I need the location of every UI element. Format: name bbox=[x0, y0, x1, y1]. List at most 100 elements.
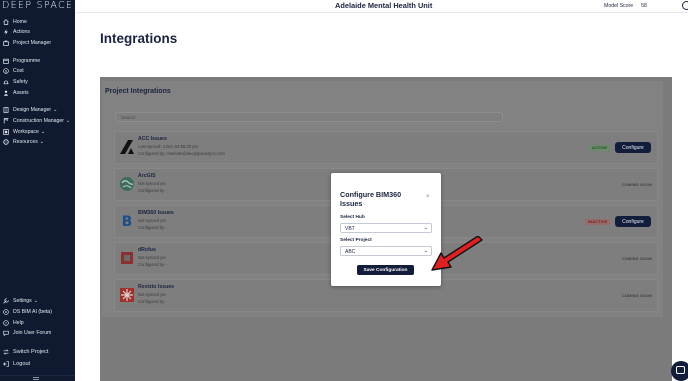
chevron-down-icon: ⌄ bbox=[33, 298, 38, 304]
svg-text:?: ? bbox=[5, 321, 7, 325]
safety-icon bbox=[2, 79, 9, 86]
integration-name: Revizto Issues bbox=[138, 284, 175, 290]
sidebar-item-design-manager[interactable]: Design Manager ⌄ bbox=[2, 105, 57, 115]
help-icon: ? bbox=[2, 320, 9, 327]
sidebar-item-settings[interactable]: Settings ⌄ bbox=[2, 296, 38, 306]
dollar-icon: $ bbox=[2, 68, 9, 75]
sidebar-item-label: Programme bbox=[13, 58, 41, 64]
topbar: Adelaide Mental Health Unit Model Score 5… bbox=[75, 0, 688, 13]
sidebar-item-safety[interactable]: Safety bbox=[2, 77, 28, 87]
chat-icon bbox=[2, 330, 9, 337]
project-label: Select Project bbox=[340, 238, 372, 243]
sidebar-item-label: Switch Project bbox=[13, 349, 49, 355]
sidebar-item-label: Design Manager bbox=[13, 107, 52, 113]
sidebar-item-cost[interactable]: $ Cost bbox=[2, 66, 24, 76]
chevron-down-icon: ⌄ bbox=[66, 118, 71, 124]
globe-icon bbox=[2, 139, 9, 146]
brand-logo[interactable]: DEEP SPACE bbox=[2, 0, 73, 11]
hub-select-value: VBT bbox=[345, 226, 355, 232]
sidebar-item-label: DS BIM AI (beta) bbox=[13, 309, 52, 315]
logout-icon bbox=[2, 361, 9, 368]
configure-button[interactable]: Configure bbox=[615, 216, 651, 227]
autodesk-logo-icon bbox=[119, 139, 135, 155]
building-icon bbox=[2, 107, 9, 114]
sidebar-item-actions[interactable]: Actions bbox=[2, 27, 30, 37]
sidebar-item-resources[interactable]: Resources ⌄ bbox=[2, 137, 44, 147]
sidebar-item-workspace[interactable]: Workspace ⌄ bbox=[2, 127, 45, 137]
switch-icon bbox=[2, 349, 9, 356]
bim360-logo-icon: B bbox=[119, 213, 135, 229]
arcgis-logo-icon bbox=[119, 176, 135, 192]
sidebar-item-label: Settings bbox=[13, 298, 32, 304]
configure-button[interactable]: Configure bbox=[615, 142, 651, 153]
integration-name: dRofus bbox=[138, 247, 156, 253]
drofus-logo-icon bbox=[119, 250, 135, 266]
integration-sync-status: Not synced yet bbox=[138, 255, 166, 260]
status-badge: COMING SOON bbox=[622, 183, 653, 187]
page-title: Integrations bbox=[100, 31, 178, 46]
collapse-handle-icon bbox=[33, 377, 39, 380]
home-icon bbox=[2, 19, 9, 26]
sidebar-item-ds-bim-ai[interactable]: DS BIM AI (beta) bbox=[2, 307, 52, 317]
svg-text:$: $ bbox=[4, 69, 6, 73]
integration-name: ACC Issues bbox=[138, 136, 167, 142]
person-icon bbox=[2, 90, 9, 97]
close-icon[interactable]: × bbox=[426, 194, 430, 200]
sidebar-item-switch-project[interactable]: Switch Project bbox=[2, 347, 48, 357]
user-profile-icon[interactable] bbox=[682, 1, 688, 10]
sidebar-item-label: Actions bbox=[13, 29, 31, 35]
project-select-value: ABC bbox=[345, 249, 356, 255]
project-title: Adelaide Mental Health Unit bbox=[335, 1, 433, 10]
calendar-icon bbox=[2, 58, 9, 65]
sidebar-item-help[interactable]: ? Help bbox=[2, 318, 24, 328]
model-score-label: Model Score bbox=[604, 3, 634, 9]
integration-sync-status: Not synced yet bbox=[138, 218, 166, 223]
integration-name: BIM360 Issues bbox=[138, 210, 174, 216]
search-input[interactable]: Search bbox=[115, 112, 503, 122]
integration-row-acc: ACC Issues Last synced: 4 Dec 04:55:30 p… bbox=[114, 131, 658, 164]
sidebar-item-label: Join User Forum bbox=[13, 330, 52, 336]
red-arrow-annotation-icon bbox=[431, 236, 483, 271]
sidebar-item-assets[interactable]: Assets bbox=[2, 88, 29, 98]
sidebar-item-label: Assets bbox=[13, 90, 29, 96]
search-placeholder: Search bbox=[121, 115, 136, 120]
svg-text:B: B bbox=[122, 214, 133, 229]
project-select[interactable]: ABC ⌄ bbox=[340, 246, 432, 256]
sidebar-item-label: Cost bbox=[13, 68, 24, 74]
integration-sync-status: Not synced yet bbox=[138, 292, 166, 297]
model-score-value: 58 bbox=[641, 3, 647, 9]
support-chat-button[interactable] bbox=[671, 361, 688, 381]
crane-icon bbox=[2, 118, 9, 125]
ai-icon bbox=[2, 309, 9, 316]
hub-label: Select Hub bbox=[340, 215, 365, 220]
configure-modal: Configure BIM360 Issues × Select Hub VBT… bbox=[331, 173, 441, 286]
briefcase-icon bbox=[2, 40, 9, 47]
sidebar-item-programme[interactable]: Programme bbox=[2, 56, 40, 66]
hub-select[interactable]: VBT ⌄ bbox=[340, 223, 432, 233]
sidebar-item-label: Safety bbox=[13, 79, 28, 85]
integration-configured-by: Configured by - bbox=[138, 188, 167, 193]
wrench-icon bbox=[2, 298, 9, 305]
save-configuration-button[interactable]: Save Configuration bbox=[357, 265, 414, 275]
bolt-icon bbox=[2, 29, 9, 36]
modal-title: Configure BIM360 Issues bbox=[340, 190, 402, 208]
sidebar-item-logout[interactable]: Logout bbox=[2, 359, 30, 369]
sidebar-item-label: Project Manager bbox=[13, 40, 52, 46]
sidebar-item-label: Workspace bbox=[13, 129, 39, 135]
sidebar-item-home[interactable]: Home bbox=[2, 17, 27, 27]
model-score: Model Score 58 bbox=[604, 3, 647, 9]
sidebar-item-label: Logout bbox=[13, 361, 31, 367]
status-badge: INACTIVE bbox=[585, 219, 611, 225]
status-badge: COMING SOON bbox=[622, 257, 653, 261]
sidebar-item-label: Resources bbox=[13, 139, 38, 145]
sidebar-item-project-manager[interactable]: Project Manager bbox=[2, 38, 51, 48]
status-badge: COMING SOON bbox=[622, 294, 653, 298]
sidebar-collapse-bar[interactable] bbox=[0, 375, 75, 381]
workspace-icon bbox=[2, 129, 9, 136]
sidebar-item-construction-manager[interactable]: Construction Manager ⌄ bbox=[2, 116, 70, 126]
sidebar-item-join-user-forum[interactable]: Join User Forum bbox=[2, 328, 51, 338]
integration-configured-by: Configured by - bbox=[138, 299, 167, 304]
integration-configured-by: Configured by - bbox=[138, 262, 167, 267]
chevron-down-icon: ⌄ bbox=[40, 129, 46, 135]
integration-sync-status: Last synced: 4 Dec 04:55:30 pm bbox=[138, 144, 199, 149]
